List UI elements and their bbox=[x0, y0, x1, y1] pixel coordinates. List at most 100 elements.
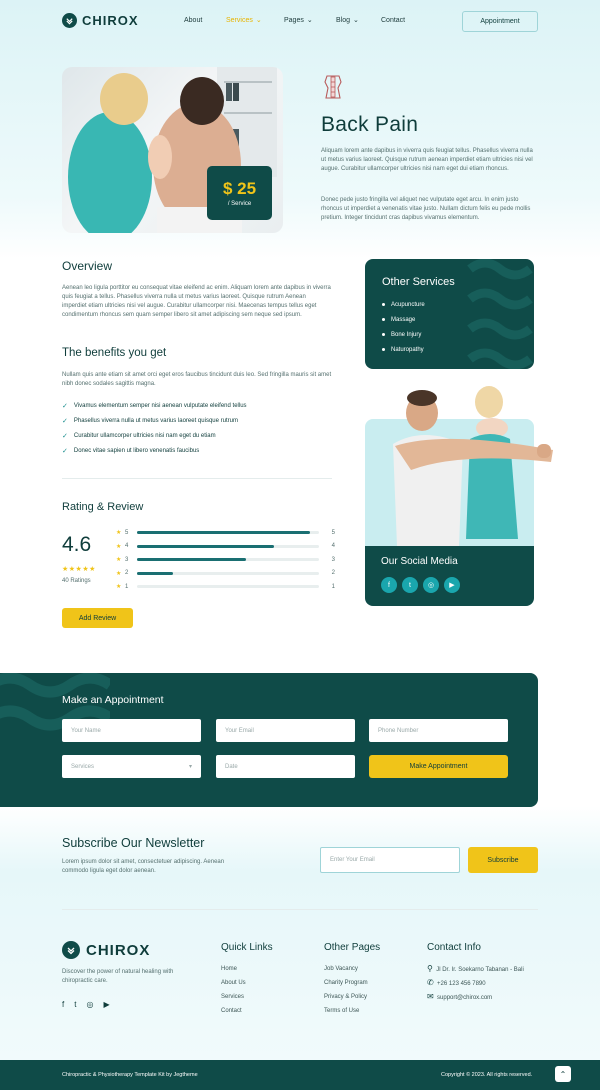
make-appointment-button[interactable]: Make Appointment bbox=[369, 755, 508, 778]
appointment-title: Make an Appointment bbox=[62, 694, 164, 706]
price-badge: $ 25 / Service bbox=[207, 166, 272, 220]
youtube-icon[interactable]: ▶ bbox=[103, 1000, 109, 1009]
list-item: ✓ Phasellus viverra nulla ut metus varius… bbox=[62, 417, 238, 425]
footer-link[interactable]: Terms of Use bbox=[324, 1004, 380, 1018]
footer-link[interactable]: Services bbox=[221, 990, 273, 1004]
rating-row: ★ 4 4 bbox=[116, 543, 335, 550]
services-select[interactable]: Services ▾ bbox=[62, 755, 201, 778]
divider bbox=[62, 478, 332, 479]
hero-paragraph-2: Donec pede justo fringilla vel aliquet n… bbox=[321, 197, 531, 221]
footer-link[interactable]: Home bbox=[221, 962, 273, 976]
footer-quick-links: Quick Links Home About Us Services Conta… bbox=[221, 942, 273, 1018]
other-services-list: Acupuncture Massage Bone Injury Naturopa… bbox=[382, 297, 425, 357]
subscribe-button[interactable]: Subscribe bbox=[468, 847, 538, 873]
benefits-list: ✓ Vivamus elementum semper nisi aenean vu… bbox=[62, 398, 247, 458]
list-item: ✓ Curabitur ullamcorper ultricies nisi na… bbox=[62, 432, 216, 440]
overview-text: Aenean leo ligula porttitor eu consequat… bbox=[62, 285, 331, 318]
email-input[interactable]: Your Email bbox=[216, 719, 355, 742]
nav-contact[interactable]: Contact bbox=[381, 16, 405, 24]
mail-icon: ✉ bbox=[427, 992, 434, 1001]
phone-icon: ✆ bbox=[427, 978, 434, 987]
rating-score: 4.6 bbox=[62, 533, 92, 556]
nav-services[interactable]: Services ⌄ bbox=[226, 16, 284, 25]
rating-title: Rating & Review bbox=[62, 501, 144, 513]
footer-social: f t ◎ ▶ bbox=[62, 1000, 110, 1009]
footer-link[interactable]: Charity Program bbox=[324, 976, 380, 990]
logo-icon bbox=[62, 13, 77, 28]
service-link[interactable]: Acupuncture bbox=[382, 297, 425, 312]
overview-title: Overview bbox=[62, 259, 113, 273]
rating-bar bbox=[137, 558, 319, 562]
star-icon: ★ bbox=[116, 543, 122, 550]
email-row[interactable]: ✉ support@chirox.com bbox=[427, 990, 524, 1004]
benefits-text: Nullam quis ante etiam sit amet orci ege… bbox=[62, 372, 332, 387]
other-services-card: Other Services Acupuncture Massage Bone … bbox=[365, 259, 534, 369]
pattern-decoration bbox=[467, 259, 533, 369]
location-icon: ⚲ bbox=[427, 964, 433, 973]
instagram-icon[interactable]: ◎ bbox=[86, 1000, 93, 1009]
price-amount: $ 25 bbox=[222, 179, 257, 198]
phone-row[interactable]: ✆ +26 123 456 7890 bbox=[427, 976, 524, 990]
facebook-icon[interactable]: f bbox=[62, 1000, 64, 1009]
date-input[interactable]: Date bbox=[216, 755, 355, 778]
youtube-icon[interactable]: ▶ bbox=[444, 577, 460, 593]
add-review-button[interactable]: Add Review bbox=[62, 608, 133, 628]
benefits-title: The benefits you get bbox=[62, 347, 167, 359]
service-link[interactable]: Naturopathy bbox=[382, 342, 425, 357]
chevron-down-icon: ⌄ bbox=[353, 17, 359, 24]
footer-contact: Contact Info ⚲ Jl Dr. Ir. Soekarno Taban… bbox=[427, 942, 524, 1004]
main-nav: About Services ⌄ Pages ⌄ Blog ⌄ Contact bbox=[184, 16, 405, 25]
social-media-card: Our Social Media f t ◎ ▶ bbox=[365, 386, 553, 606]
rating-count: 40 Ratings bbox=[62, 578, 91, 584]
facebook-icon[interactable]: f bbox=[381, 577, 397, 593]
appointment-section: Make an Appointment Your Name Your Email… bbox=[0, 673, 538, 807]
footer-link[interactable]: Contact bbox=[221, 1004, 273, 1018]
rating-breakdown: ★ 5 5 ★ 4 4 ★ 3 3 ★ 2 2 ★ 1 1 bbox=[116, 526, 335, 594]
copyright-text: Copyright © 2023. All rights reserved. bbox=[441, 1072, 533, 1078]
brand-logo[interactable]: CHIROX bbox=[62, 13, 139, 28]
list-item: ✓ Donec vitae sapien ut libero venenatis … bbox=[62, 447, 200, 455]
divider bbox=[62, 909, 538, 910]
footer-link[interactable]: About Us bbox=[221, 976, 273, 990]
service-link[interactable]: Massage bbox=[382, 312, 425, 327]
logo-icon bbox=[62, 941, 80, 959]
footer-description: Discover the power of natural healing wi… bbox=[62, 969, 174, 984]
rating-row: ★ 3 3 bbox=[116, 556, 335, 564]
nav-blog[interactable]: Blog ⌄ bbox=[336, 16, 381, 25]
check-icon: ✓ bbox=[62, 402, 68, 410]
other-services-title: Other Services bbox=[382, 276, 455, 288]
rating-row: ★ 2 2 bbox=[116, 570, 335, 577]
instagram-icon[interactable]: ◎ bbox=[423, 577, 439, 593]
nav-about[interactable]: About bbox=[184, 16, 226, 24]
credits-text: Chiropractic & Physiotherapy Template Ki… bbox=[62, 1072, 198, 1078]
chevron-down-icon: ▾ bbox=[188, 764, 192, 770]
rating-row: ★ 5 5 bbox=[116, 529, 335, 537]
rating-bar bbox=[137, 544, 319, 548]
footer-other-pages: Other Pages Job Vacancy Charity Program … bbox=[324, 942, 380, 1018]
rating-bar bbox=[137, 571, 319, 575]
twitter-icon[interactable]: t bbox=[74, 1000, 76, 1009]
social-icons: f t ◎ ▶ bbox=[381, 577, 460, 593]
nav-pages[interactable]: Pages ⌄ bbox=[284, 16, 336, 25]
star-icon: ★ bbox=[116, 530, 122, 537]
footer-logo[interactable]: CHIROX bbox=[62, 941, 150, 959]
social-footer bbox=[365, 546, 534, 606]
page-title: Back Pain bbox=[321, 113, 419, 136]
rating-bar bbox=[137, 585, 319, 589]
spine-icon bbox=[321, 74, 345, 100]
rating-row: ★ 1 1 bbox=[116, 583, 335, 591]
appointment-button[interactable]: Appointment bbox=[462, 11, 538, 32]
address-row: ⚲ Jl Dr. Ir. Soekarno Tabanan - Bali bbox=[427, 964, 524, 973]
phone-input[interactable]: Phone Number bbox=[369, 719, 508, 742]
brand-name: CHIROX bbox=[86, 941, 151, 959]
footer-link[interactable]: Privacy & Policy bbox=[324, 990, 380, 1004]
name-input[interactable]: Your Name bbox=[62, 719, 201, 742]
footer-link[interactable]: Job Vacancy bbox=[324, 962, 380, 976]
newsletter-email-input[interactable]: Enter Your Email bbox=[320, 847, 460, 873]
back-to-top-icon[interactable]: ⌃ bbox=[555, 1066, 571, 1082]
rating-stars: ★★★★★ bbox=[62, 566, 96, 573]
chevron-down-icon: ⌄ bbox=[306, 17, 313, 24]
service-link[interactable]: Bone Injury bbox=[382, 327, 425, 342]
check-icon: ✓ bbox=[62, 432, 68, 440]
twitter-icon[interactable]: t bbox=[402, 577, 418, 593]
